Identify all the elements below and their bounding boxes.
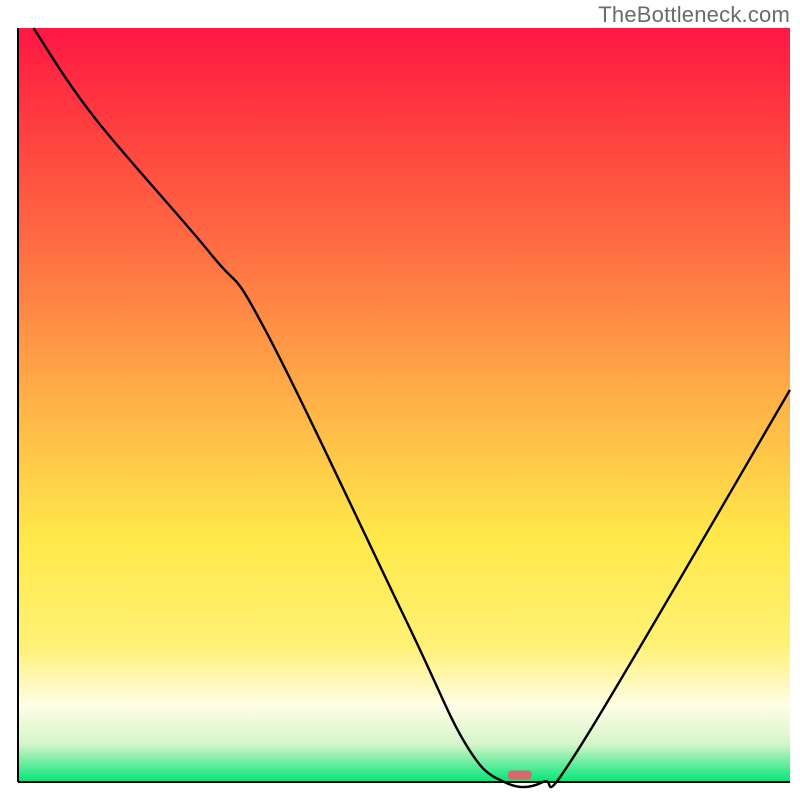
plot-background [18,28,790,782]
bottleneck-plot [0,0,800,800]
optimal-point-marker [508,770,532,779]
chart-container: TheBottleneck.com [0,0,800,800]
